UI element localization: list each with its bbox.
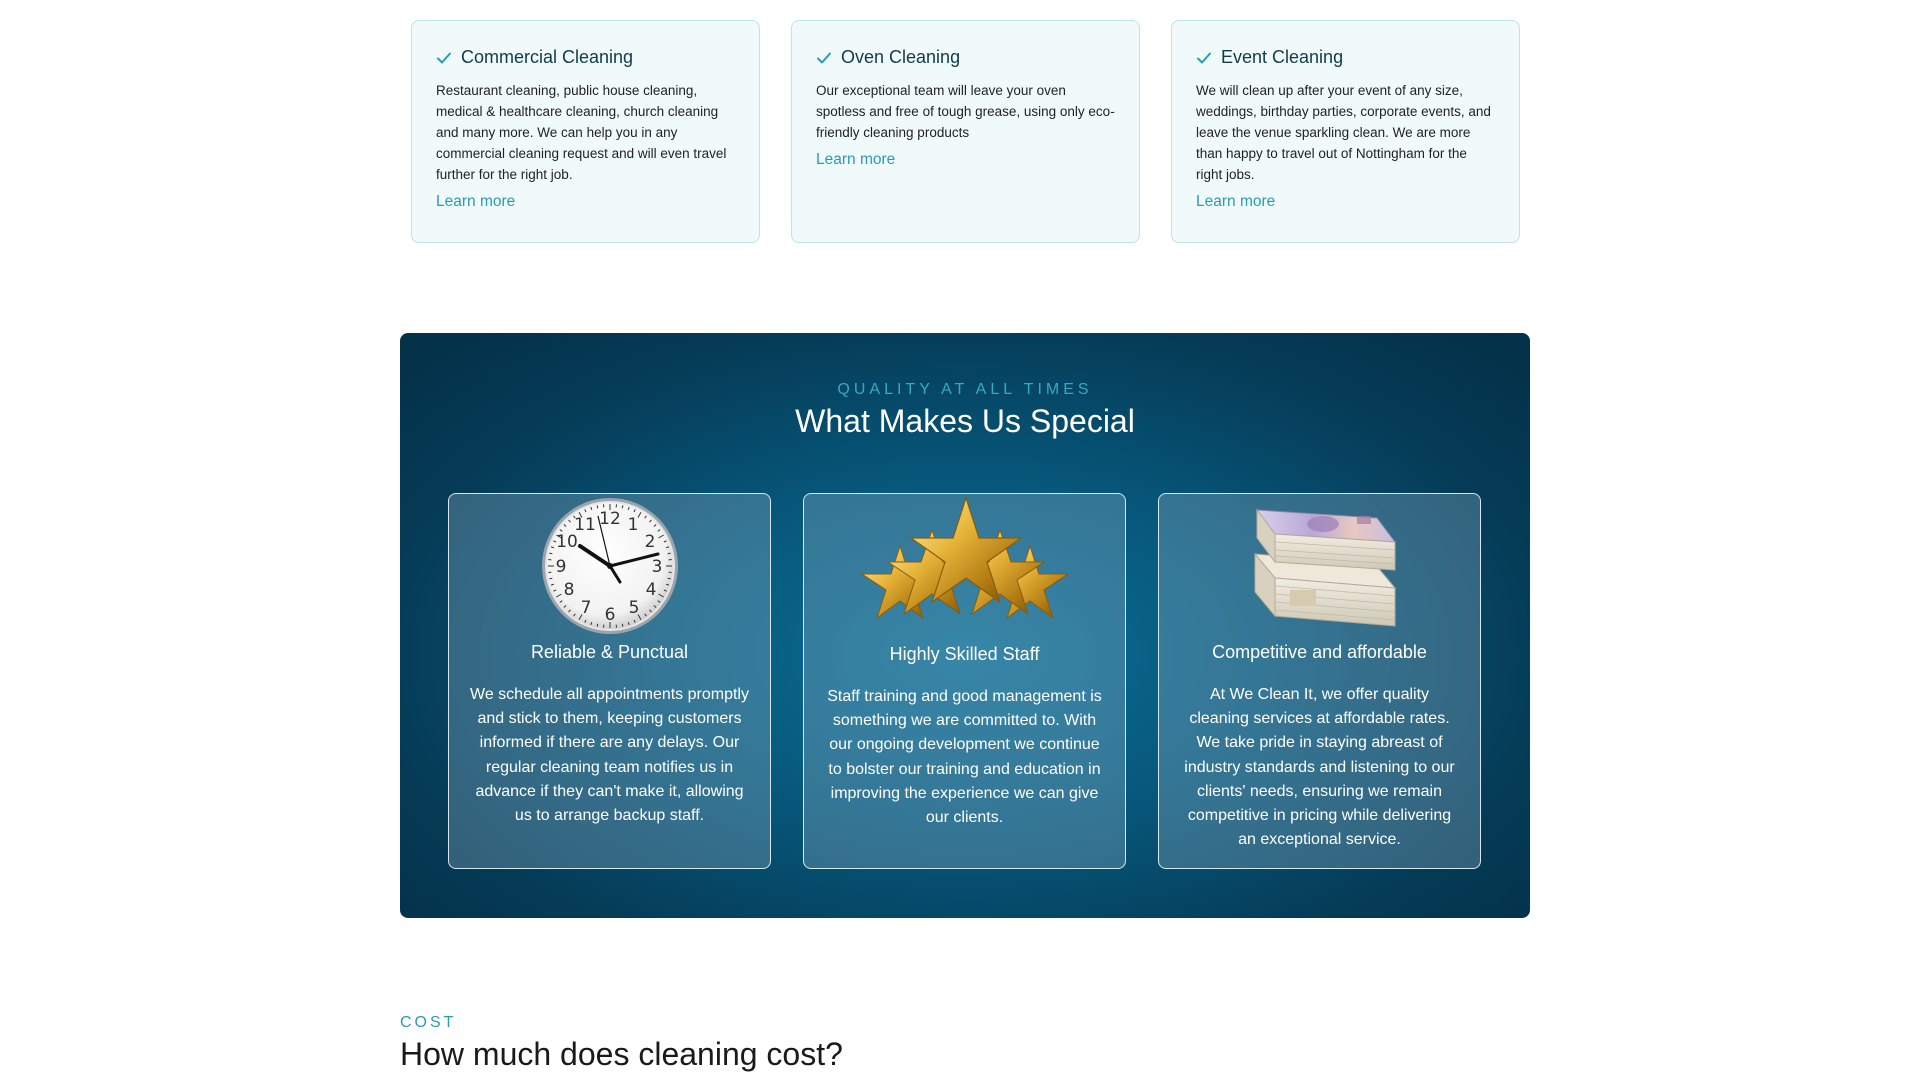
svg-text:10: 10: [556, 532, 578, 552]
feature-card-reliable: 12 1 2 3 4 5 6 7 8 9 10 11 Reliable & Pu…: [448, 493, 771, 869]
svg-text:3: 3: [651, 557, 662, 577]
service-title: Oven Cleaning: [841, 47, 961, 67]
service-header: Oven Cleaning: [816, 47, 1115, 68]
page: Commercial Cleaning Restaurant cleaning,…: [0, 0, 1920, 1080]
check-icon: [1197, 52, 1211, 63]
svg-text:4: 4: [645, 580, 656, 600]
feature-description: Staff training and good management is so…: [827, 688, 1102, 827]
svg-text:8: 8: [563, 580, 574, 600]
learn-more-link[interactable]: Learn more: [436, 193, 515, 210]
svg-text:12: 12: [599, 509, 621, 529]
svg-text:6: 6: [604, 605, 615, 625]
feature-title: Reliable & Punctual: [530, 642, 689, 662]
service-card-oven: Oven Cleaning Our exceptional team will …: [791, 20, 1140, 243]
learn-more-link[interactable]: Learn more: [1196, 193, 1275, 210]
services-row: Commercial Cleaning Restaurant cleaning,…: [411, 20, 1521, 243]
service-title: Commercial Cleaning: [461, 47, 634, 67]
feature-description: We schedule all appointments promptly an…: [470, 686, 749, 825]
service-description: We will clean up after your event of any…: [1196, 83, 1491, 182]
svg-text:5: 5: [628, 598, 639, 618]
service-card-event: Event Cleaning We will clean up after yo…: [1171, 20, 1520, 243]
cost-title: How much does cleaning cost?: [400, 1036, 843, 1072]
service-title: Event Cleaning: [1221, 47, 1344, 67]
service-header: Event Cleaning: [1196, 47, 1495, 68]
special-section: QUALITY AT ALL TIMES What Makes Us Speci…: [400, 333, 1530, 918]
service-card-commercial: Commercial Cleaning Restaurant cleaning,…: [411, 20, 760, 243]
section-title: What Makes Us Special: [795, 403, 1135, 439]
cost-eyebrow: COST: [400, 1014, 457, 1031]
feature-card-affordable: Competitive and affordable At We Clean I…: [1158, 493, 1481, 869]
check-icon: [437, 52, 451, 63]
check-icon: [817, 52, 831, 63]
feature-card-skilled: Highly Skilled Staff Staff training and …: [803, 493, 1126, 869]
service-header: Commercial Cleaning: [436, 47, 735, 68]
svg-text:2: 2: [644, 532, 655, 552]
feature-title: Highly Skilled Staff: [889, 644, 1040, 664]
svg-text:1: 1: [627, 515, 638, 535]
gold-stars-icon: [859, 496, 1070, 620]
feature-description: At We Clean It, we offer quality cleanin…: [1184, 686, 1455, 849]
feature-title: Competitive and affordable: [1212, 642, 1427, 662]
banknotes-icon: [1253, 508, 1396, 627]
svg-text:9: 9: [555, 557, 566, 577]
service-description: Our exceptional team will leave your ove…: [816, 83, 1115, 140]
section-eyebrow: QUALITY AT ALL TIMES: [837, 381, 1093, 398]
service-description: Restaurant cleaning, public house cleani…: [436, 83, 727, 182]
svg-text:7: 7: [580, 598, 591, 618]
svg-text:11: 11: [574, 515, 596, 535]
features-row: 12 1 2 3 4 5 6 7 8 9 10 11 Reliable & Pu…: [448, 493, 1482, 869]
clock-icon: 12 1 2 3 4 5 6 7 8 9 10 11: [541, 498, 678, 634]
learn-more-link[interactable]: Learn more: [816, 151, 895, 168]
